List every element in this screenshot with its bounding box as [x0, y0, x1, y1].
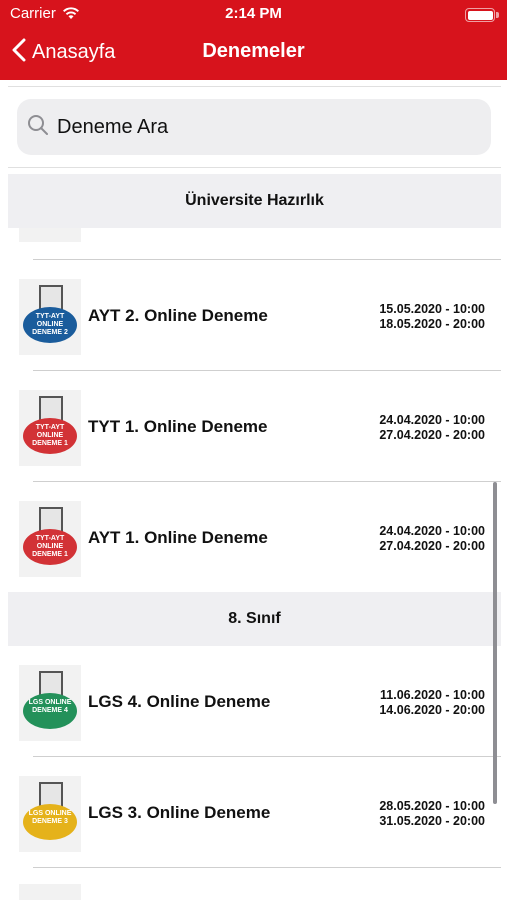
divider	[33, 867, 501, 868]
exam-dates: 28.05.2020 - 10:00 31.05.2020 - 20:00	[379, 799, 485, 829]
section-header-universite: Üniversite Hazırlık	[8, 174, 501, 228]
badge-label: TYT-AYT ONLINE DENEME 1	[32, 535, 68, 558]
start-date: 24.04.2020 - 10:00	[379, 413, 485, 427]
badge-label: TYT-AYT ONLINE DENEME 1	[32, 424, 68, 447]
scrollbar[interactable]	[493, 482, 497, 804]
page-title: Denemeler	[202, 40, 305, 62]
exam-thumbnail: LGS ONLINE DENEME 3	[19, 776, 81, 852]
end-date: 14.06.2020 - 20:00	[379, 703, 485, 717]
start-date: 28.05.2020 - 10:00	[379, 799, 485, 813]
nav-bar: Anasayfa Denemeler	[0, 28, 507, 78]
end-date: 31.05.2020 - 20:00	[379, 814, 485, 828]
list-item-ayt-2[interactable]: TYT-AYT ONLINE DENEME 2 AYT 2. Online De…	[8, 260, 501, 370]
search-field[interactable]	[17, 99, 491, 155]
list-item-thumbnail	[19, 228, 81, 242]
exam-title: TYT 1. Online Deneme	[88, 417, 268, 436]
list-item-ayt-1[interactable]: TYT-AYT ONLINE DENEME 1 AYT 1. Online De…	[8, 482, 501, 592]
search-bar	[8, 86, 501, 168]
exam-dates: 11.06.2020 - 10:00 14.06.2020 - 20:00	[379, 688, 485, 718]
badge-label: LGS ONLINE DENEME 4	[28, 699, 72, 714]
navigation-header: Carrier 2:14 PM Anasayfa Denemeler	[0, 0, 507, 80]
list-item-lgs-4[interactable]: LGS ONLINE DENEME 4 LGS 4. Online Deneme…	[8, 646, 501, 756]
exam-thumbnail: TYT-AYT ONLINE DENEME 1	[19, 501, 81, 577]
clock: 2:14 PM	[225, 5, 282, 22]
start-date: 15.05.2020 - 10:00	[379, 302, 485, 316]
end-date: 27.04.2020 - 20:00	[379, 539, 485, 553]
exam-dates: 24.04.2020 - 10:00 27.04.2020 - 20:00	[379, 524, 485, 554]
exam-thumbnail: LGS ONLINE DENEME 4	[19, 665, 81, 741]
end-date: 27.04.2020 - 20:00	[379, 428, 485, 442]
search-icon	[17, 114, 49, 141]
exam-title: AYT 2. Online Deneme	[88, 306, 268, 325]
exam-thumbnail: TYT-AYT ONLINE DENEME 1	[19, 390, 81, 466]
start-date: 24.04.2020 - 10:00	[379, 524, 485, 538]
battery-icon	[465, 8, 499, 22]
exam-thumbnail: TYT-AYT ONLINE DENEME 2	[19, 279, 81, 355]
list-item-lgs-3[interactable]: LGS ONLINE DENEME 3 LGS 3. Online Deneme…	[8, 757, 501, 867]
list-item-thumbnail	[19, 884, 81, 900]
status-bar: Carrier 2:14 PM	[0, 0, 507, 28]
start-date: 11.06.2020 - 10:00	[380, 688, 485, 702]
search-input[interactable]	[55, 114, 459, 140]
end-date: 18.05.2020 - 20:00	[379, 317, 485, 331]
section-header-8-sinif: 8. Sınıf	[8, 592, 501, 646]
list-item-tyt-1[interactable]: TYT-AYT ONLINE DENEME 1 TYT 1. Online De…	[8, 371, 501, 481]
exam-title: LGS 4. Online Deneme	[88, 692, 271, 711]
badge-label: TYT-AYT ONLINE DENEME 2	[32, 313, 68, 336]
exam-title: AYT 1. Online Deneme	[88, 528, 268, 547]
exam-dates: 15.05.2020 - 10:00 18.05.2020 - 20:00	[379, 302, 485, 332]
exam-dates: 24.04.2020 - 10:00 27.04.2020 - 20:00	[379, 413, 485, 443]
exam-title: LGS 3. Online Deneme	[88, 803, 271, 822]
badge-label: LGS ONLINE DENEME 3	[28, 810, 72, 825]
